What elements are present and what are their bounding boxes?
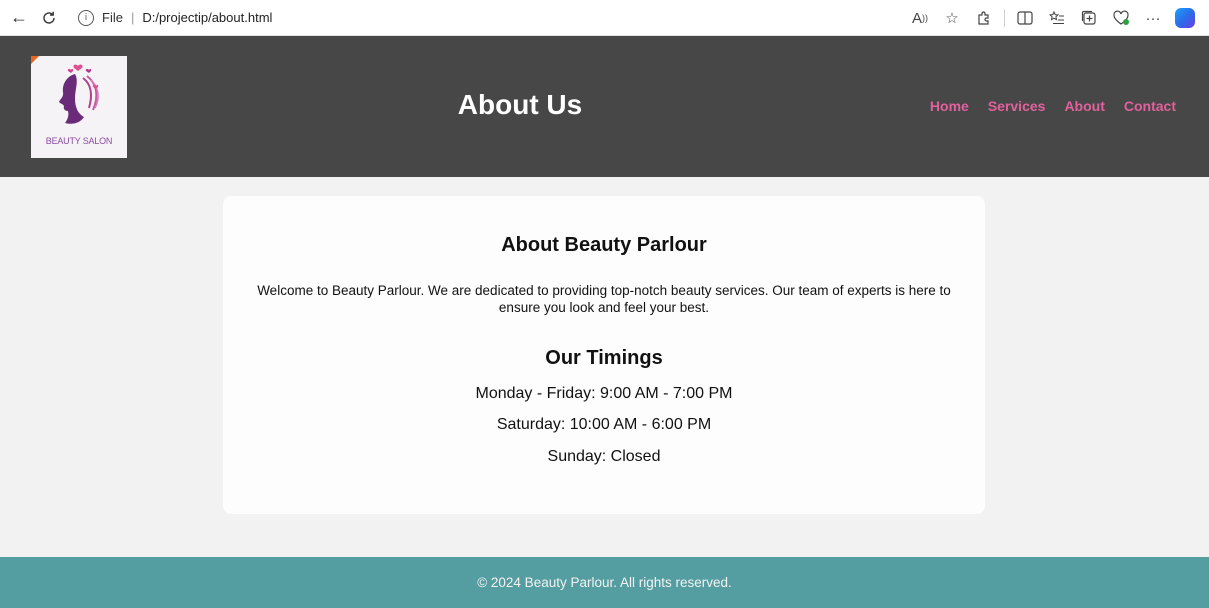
file-label: File	[102, 10, 123, 25]
address-separator: |	[130, 10, 135, 25]
favorites-list-icon[interactable]	[1041, 3, 1073, 33]
favorite-star-icon[interactable]: ☆	[936, 3, 968, 33]
site-footer: © 2024 Beauty Parlour. All rights reserv…	[0, 557, 1209, 608]
footer-copyright: © 2024 Beauty Parlour. All rights reserv…	[477, 575, 732, 590]
refresh-icon[interactable]	[34, 3, 64, 33]
address-url[interactable]: D:/projectip/about.html	[142, 10, 272, 25]
nav-link-contact[interactable]: Contact	[1124, 98, 1176, 114]
info-icon[interactable]: i	[78, 9, 94, 26]
nav-link-services[interactable]: Services	[988, 98, 1046, 114]
toolbar-divider	[1004, 9, 1005, 27]
nav-link-home[interactable]: Home	[930, 98, 969, 114]
browser-tools: A)) ☆ ···	[904, 0, 1201, 36]
browser-toolbar: ← i File | D:/projectip/about.html A)) ☆…	[0, 0, 1209, 36]
main-nav: Home Services About Contact	[930, 98, 1176, 114]
woman-silhouette-icon	[59, 64, 99, 124]
back-arrow-icon[interactable]: ←	[4, 3, 34, 33]
timing-sunday: Sunday: Closed	[547, 448, 661, 465]
timing-saturday: Saturday: 10:00 AM - 6:00 PM	[496, 416, 712, 433]
extensions-icon[interactable]	[968, 3, 1000, 33]
browser-essentials-icon[interactable]	[1105, 3, 1137, 33]
page-title: About Us	[457, 89, 583, 120]
read-aloud-icon[interactable]: A))	[904, 3, 936, 33]
address-bar[interactable]: i File | D:/projectip/about.html	[78, 3, 798, 32]
nav-link-about[interactable]: About	[1064, 98, 1104, 114]
about-card: About Beauty Parlour Welcome to Beauty P…	[223, 196, 985, 514]
more-menu-icon[interactable]: ···	[1137, 3, 1169, 33]
timing-weekdays: Monday - Friday: 9:00 AM - 7:00 PM	[475, 385, 733, 402]
site-header: BEAUTY SALON About Us Home Services Abou…	[0, 36, 1209, 177]
about-description: Welcome to Beauty Parlour. We are dedica…	[257, 283, 951, 315]
copilot-icon[interactable]	[1169, 3, 1201, 33]
collections-icon[interactable]	[1073, 3, 1105, 33]
timings-heading: Our Timings	[545, 347, 663, 369]
salon-logo[interactable]: BEAUTY SALON	[31, 56, 127, 158]
logo-text: BEAUTY SALON	[45, 136, 113, 146]
about-heading: About Beauty Parlour	[501, 234, 707, 256]
split-screen-icon[interactable]	[1009, 3, 1041, 33]
